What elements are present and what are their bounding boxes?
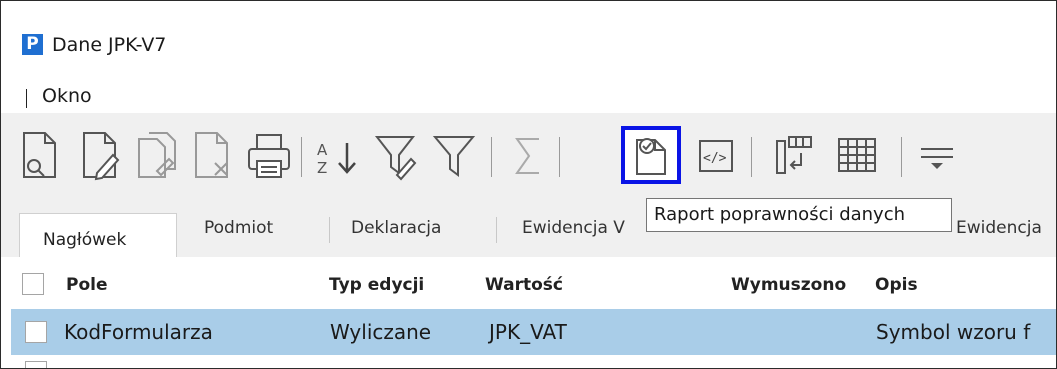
column-header-pole[interactable]: Pole: [66, 275, 108, 295]
tab-deklaracja[interactable]: Deklaracja: [351, 218, 441, 238]
toolbar-separator: [751, 137, 752, 177]
toolbar-separator: [491, 137, 492, 177]
delete-document-icon[interactable]: [191, 129, 235, 183]
toolbar: AZ </>: [1, 113, 1056, 205]
tab-label: Nagłówek: [43, 230, 127, 250]
grid-header: Pole Typ edycji Wartość Wymuszono Opis: [1, 257, 1056, 309]
tab-divider: [329, 217, 330, 243]
cell-pole: KodFormularza: [64, 320, 213, 344]
row-checkbox[interactable]: [25, 361, 47, 368]
grid-table-icon[interactable]: [833, 129, 881, 183]
svg-text:A: A: [317, 141, 328, 159]
tab-naglowek[interactable]: Nagłówek: [19, 213, 177, 258]
cell-typ-edycji: Wyliczane: [330, 320, 432, 344]
column-header-wartosc[interactable]: Wartość: [485, 275, 563, 295]
data-validation-report-button[interactable]: [621, 126, 681, 184]
sum-icon[interactable]: [509, 129, 549, 183]
tooltip: Raport poprawności danych: [646, 198, 952, 232]
print-icon[interactable]: [245, 129, 293, 183]
menu-item-okno[interactable]: Okno: [42, 85, 92, 107]
column-header-wymuszono[interactable]: Wymuszono: [731, 275, 846, 295]
edit-filter-icon[interactable]: [373, 129, 423, 183]
toolbar-separator: [301, 137, 302, 177]
table-row[interactable]: [11, 357, 1056, 368]
tab-podmiot[interactable]: Podmiot: [204, 218, 273, 238]
sort-az-icon[interactable]: AZ: [313, 129, 365, 183]
select-all-checkbox[interactable]: [22, 273, 44, 295]
columns-export-icon[interactable]: [771, 129, 819, 183]
tab-ewidencja-v[interactable]: Ewidencja V: [522, 218, 625, 238]
toolbar-overflow-icon[interactable]: [915, 129, 959, 183]
preview-document-icon[interactable]: [19, 129, 63, 183]
cell-wartosc: JPK_VAT: [489, 320, 567, 344]
copy-document-icon[interactable]: [135, 129, 183, 183]
report-check-icon: [636, 138, 666, 175]
cell-opis: Symbol wzoru f: [876, 320, 1031, 344]
filter-icon[interactable]: [431, 129, 479, 183]
column-header-opis[interactable]: Opis: [875, 275, 918, 295]
svg-text:Z: Z: [317, 159, 327, 177]
table-row[interactable]: KodFormularza Wyliczane JPK_VAT Symbol w…: [11, 309, 1056, 355]
edit-document-icon[interactable]: [79, 129, 123, 183]
toolbar-separator: [559, 137, 560, 177]
column-header-typ-edycji[interactable]: Typ edycji: [329, 275, 424, 295]
row-checkbox[interactable]: [25, 321, 47, 343]
app-logo-icon: P: [22, 34, 43, 55]
title-bar: P Dane JPK-V7: [1, 1, 1056, 71]
app-window: P Dane JPK-V7 Okno AZ </> Nagłówek Podmi…: [0, 0, 1057, 369]
toolbar-separator: [901, 137, 902, 177]
menu-bar: Okno: [1, 71, 1056, 113]
tab-ewidencja[interactable]: Ewidencja: [956, 218, 1042, 238]
svg-text:</>: </>: [703, 151, 727, 166]
window-title: Dane JPK-V7: [52, 34, 167, 56]
xml-code-icon[interactable]: </>: [696, 129, 736, 183]
menu-separator: [26, 89, 27, 108]
tab-divider: [496, 217, 497, 243]
